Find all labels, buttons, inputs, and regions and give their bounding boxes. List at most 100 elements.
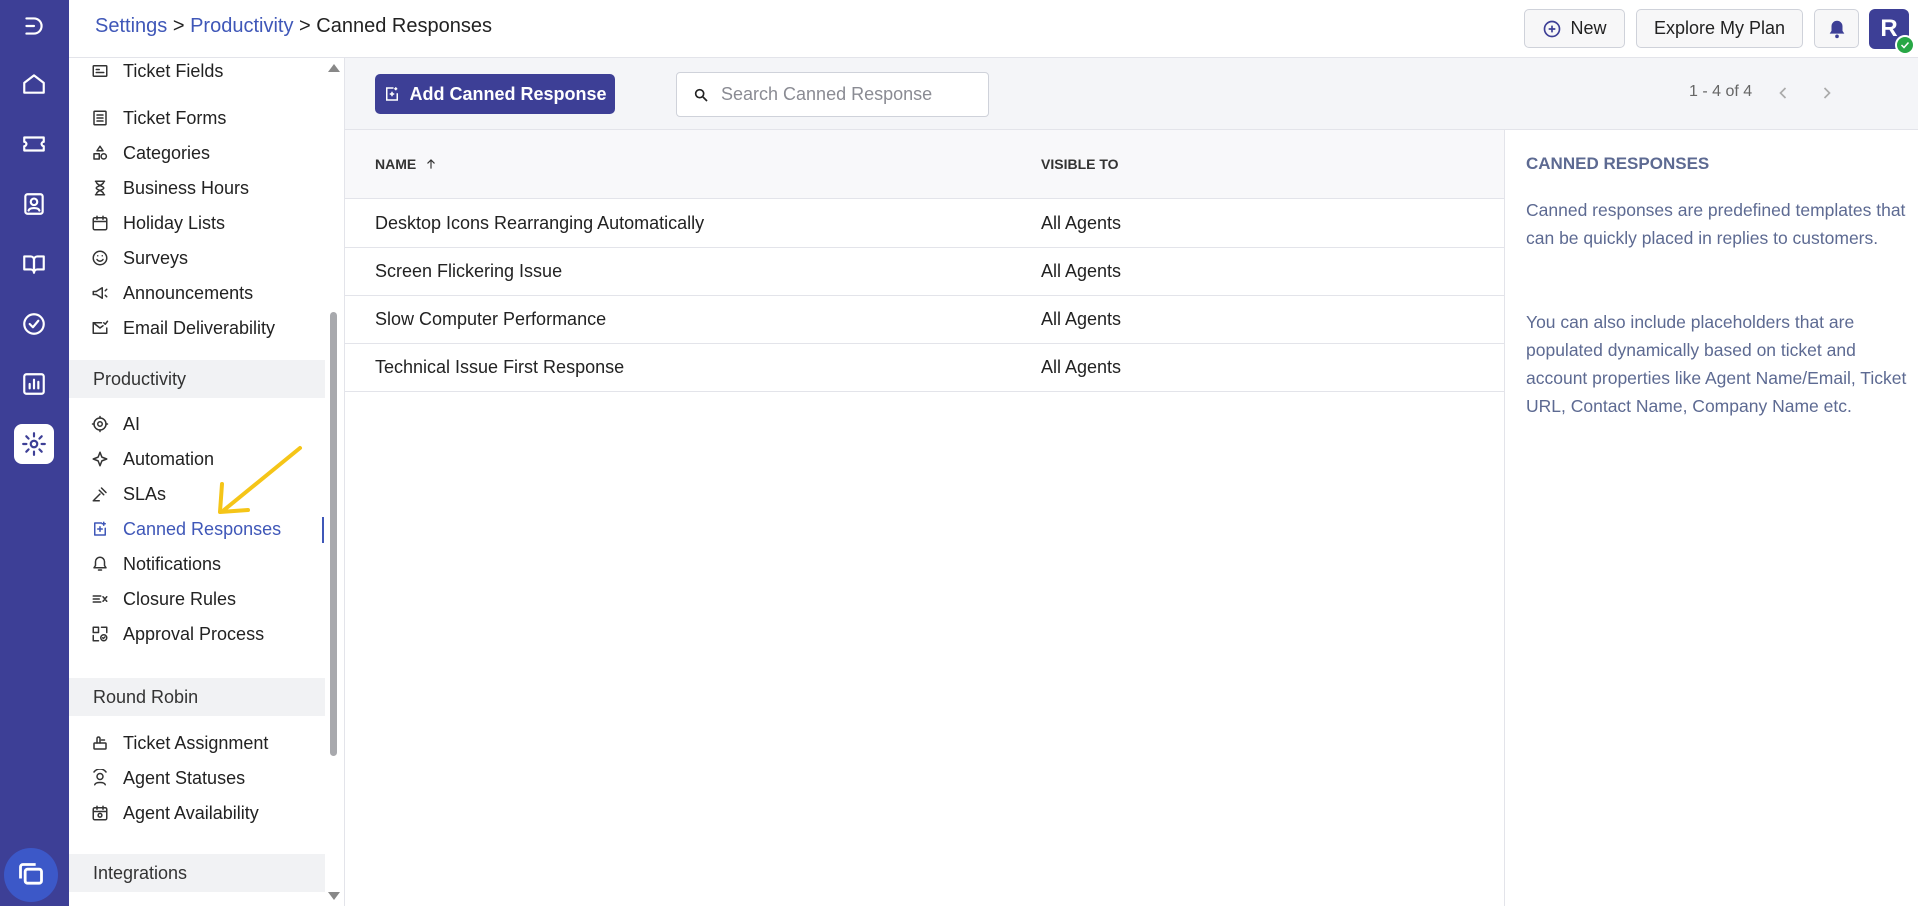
add-button-label: Add Canned Response: [409, 83, 607, 104]
sidebar-item-ai[interactable]: AI: [91, 409, 140, 439]
content-toolbar: Add Canned Response 1 - 4 of 4: [345, 58, 1918, 130]
sidebar-item-agent-availability[interactable]: Agent Availability: [91, 798, 259, 828]
sidebar-item-automation[interactable]: Automation: [91, 444, 214, 474]
table-row[interactable]: Screen Flickering Issue All Agents: [345, 248, 1505, 296]
sidebar-item-holiday-lists[interactable]: Holiday Lists: [91, 208, 225, 238]
prev-page-icon[interactable]: [1773, 83, 1793, 103]
mail-check-icon: [92, 320, 109, 334]
sidebar-item-label: Surveys: [123, 247, 189, 268]
sidebar-item-label: Ticket Fields: [123, 60, 224, 81]
add-canned-response-button[interactable]: Add Canned Response: [375, 74, 615, 114]
knowledge-base-icon[interactable]: [14, 244, 54, 284]
breadcrumb-current: Canned Responses: [316, 15, 492, 37]
gavel-icon: [92, 487, 107, 502]
sidebar-item-label: Categories: [123, 142, 211, 163]
sidebar-scroll-thumb[interactable]: [330, 312, 337, 756]
sidebar-item-approval-process[interactable]: Approval Process: [91, 619, 264, 649]
hourglass-icon: [94, 180, 106, 196]
sidebar-item-label: Notifications: [123, 553, 222, 574]
contacts-icon[interactable]: [14, 184, 54, 224]
bell-icon: [93, 556, 107, 571]
sidebar-item-agent-statuses[interactable]: Agent Statuses: [91, 763, 245, 793]
sidebar-item-ticket-assignment[interactable]: Ticket Assignment: [91, 728, 268, 758]
row-name[interactable]: Slow Computer Performance: [375, 309, 606, 330]
search-icon: [694, 88, 708, 102]
app-rail: [0, 0, 69, 906]
logo-icon[interactable]: [14, 6, 54, 46]
bell-icon: [1829, 20, 1844, 38]
sparkle-icon: [92, 451, 108, 467]
row-visible-to: All Agents: [1041, 261, 1122, 281]
avatar[interactable]: R: [1869, 9, 1915, 55]
row-name[interactable]: Screen Flickering Issue: [375, 261, 562, 282]
sidebar-item-email-deliverability[interactable]: Email Deliverability: [91, 313, 275, 343]
sidebar-item-label: SLAs: [123, 483, 167, 504]
next-page-icon[interactable]: [1817, 83, 1837, 103]
sidebar-item-surveys[interactable]: Surveys: [91, 243, 188, 273]
sidebar-item-ticket-forms[interactable]: Ticket Forms: [91, 103, 226, 133]
table-row[interactable]: Desktop Icons Rearranging Automatically …: [345, 200, 1505, 248]
sidebar-item-slas[interactable]: SLAs: [91, 479, 166, 509]
annotation-arrow-icon: [218, 446, 302, 514]
sidebar-section-round-robin: Round Robin: [69, 678, 325, 716]
megaphone-icon: [92, 287, 108, 299]
sort-up-icon: [427, 159, 436, 169]
sidebar-item-label: Business Hours: [123, 177, 250, 198]
column-visible-header: VISIBLE TO: [1041, 156, 1119, 172]
sidebar-item-categories[interactable]: Categories: [91, 138, 210, 168]
explore-plan-button[interactable]: Explore My Plan: [1636, 9, 1803, 48]
table-row[interactable]: Slow Computer Performance All Agents: [345, 296, 1505, 344]
row-visible-to: All Agents: [1041, 213, 1122, 233]
row-visible-to: All Agents: [1041, 357, 1122, 377]
scroll-up-icon[interactable]: [328, 64, 340, 72]
info-panel-paragraph: You can also include placeholders that a…: [1526, 312, 1907, 416]
add-document-icon: [386, 87, 399, 101]
search-input[interactable]: [721, 84, 961, 105]
tickets-icon[interactable]: [14, 124, 54, 164]
sidebar-item-label: Announcements: [123, 282, 254, 303]
sidebar-item-label: Email Deliverability: [123, 317, 276, 338]
info-panel-paragraph: Canned responses are predefined template…: [1526, 200, 1906, 248]
assign-icon: [93, 736, 107, 750]
availability-icon: [92, 805, 108, 821]
sidebar-item-announcements[interactable]: Announcements: [91, 278, 253, 308]
chat-icon[interactable]: [4, 848, 58, 902]
notifications-button[interactable]: [1814, 9, 1859, 48]
calendar-icon: [92, 215, 108, 231]
row-visible-to: All Agents: [1041, 309, 1122, 329]
row-name[interactable]: Technical Issue First Response: [375, 357, 624, 378]
sidebar-item-business-hours[interactable]: Business Hours: [91, 173, 249, 203]
top-header: Settings > Productivity > Canned Respons…: [69, 0, 1918, 58]
sidebar-item-label: Closure Rules: [123, 588, 237, 609]
tasks-icon[interactable]: [14, 304, 54, 344]
table-row[interactable]: Technical Issue First Response All Agent…: [345, 344, 1505, 392]
reports-icon[interactable]: [14, 364, 54, 404]
info-panel-title: CANNED RESPONSES: [1526, 154, 1710, 173]
approval-icon: [92, 626, 108, 642]
closure-icon: [92, 595, 108, 603]
breadcrumb-separator: >: [172, 15, 185, 37]
ticket-forms-icon: [93, 110, 107, 126]
column-name-header[interactable]: NAME: [375, 156, 438, 172]
sidebar-item-label: Ticket Forms: [123, 107, 227, 128]
smiley-icon: [92, 250, 108, 266]
scroll-down-icon[interactable]: [328, 892, 340, 900]
breadcrumb-productivity[interactable]: Productivity: [190, 15, 293, 37]
breadcrumb-separator: >: [299, 15, 311, 37]
sidebar-item-ticket-fields[interactable]: Ticket Fields: [91, 58, 223, 86]
active-indicator: [322, 517, 324, 543]
sidebar-item-closure-rules[interactable]: Closure Rules: [91, 584, 236, 614]
new-button[interactable]: New: [1524, 9, 1625, 48]
new-button-label: New: [1570, 18, 1607, 38]
column-name-label: NAME: [375, 156, 417, 172]
breadcrumb-settings[interactable]: Settings: [95, 15, 167, 37]
sidebar-item-label: Ticket Assignment: [123, 732, 269, 753]
row-name[interactable]: Desktop Icons Rearranging Automatically: [375, 213, 704, 234]
sidebar-item-label: Agent Availability: [123, 802, 259, 823]
sidebar-item-label: Automation: [123, 448, 215, 469]
breadcrumb: Settings > Productivity > Canned Respons…: [95, 15, 492, 38]
home-icon[interactable]: [14, 64, 54, 104]
settings-icon[interactable]: [14, 424, 54, 464]
sidebar-item-label: Agent Statuses: [123, 767, 246, 788]
sidebar-item-notifications[interactable]: Notifications: [91, 549, 221, 579]
